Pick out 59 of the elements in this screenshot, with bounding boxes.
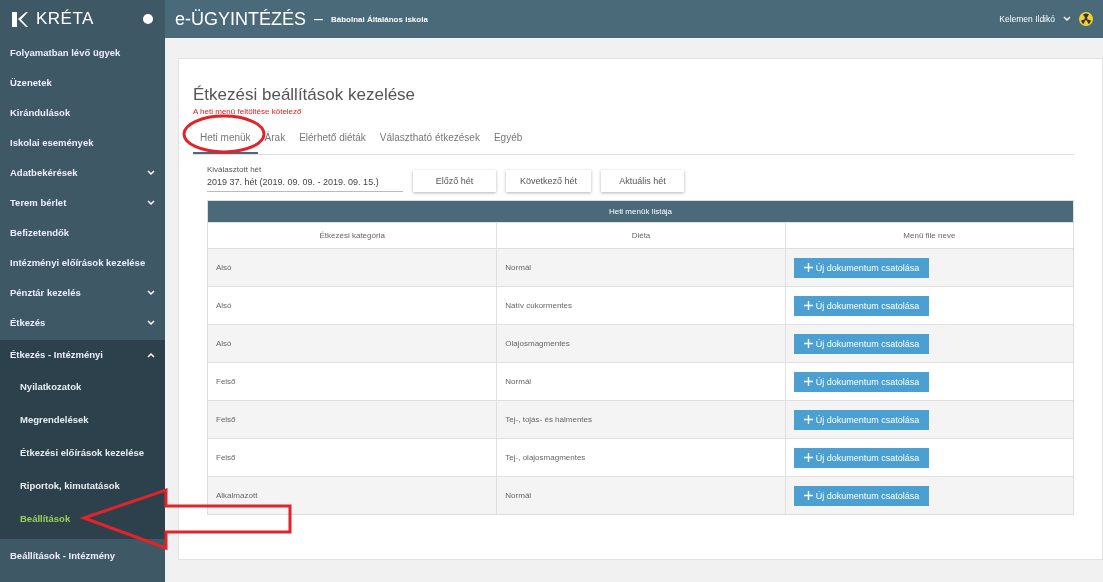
- table-cell-text: Alsó: [215, 262, 233, 274]
- page-title: Étkezési beállítások kezelése: [193, 85, 417, 105]
- sidebar-item[interactable]: Pénztár kezelés: [0, 278, 165, 308]
- plus-icon: [803, 339, 813, 348]
- tab[interactable]: Árak: [257, 122, 293, 154]
- sidebar-item[interactable]: Terem bérlet: [0, 188, 165, 218]
- logo-icon: [12, 11, 28, 27]
- sidebar-item[interactable]: Adatbekérések: [0, 158, 165, 188]
- chevron-down-icon: [147, 170, 155, 176]
- sidebar-subitem[interactable]: Nyilatkozatok: [0, 370, 165, 403]
- radiation-icon: [1079, 12, 1093, 26]
- sidebar-item[interactable]: Üzenetek: [0, 68, 165, 98]
- table-title: Heti menük listája: [208, 201, 1073, 222]
- tab[interactable]: Elérhető diéták: [292, 122, 373, 154]
- tab[interactable]: Választható étkezések: [372, 122, 487, 154]
- user-name[interactable]: Kelemen Ildikó: [999, 14, 1055, 24]
- plus-icon: [803, 377, 813, 386]
- column-header: Étkezési kategória: [318, 230, 386, 242]
- chevron-down-icon: [1063, 16, 1071, 22]
- sidebar-item[interactable]: Befizetendők: [0, 218, 165, 248]
- week-field[interactable]: Kiválasztott hét 2019 37. hét (2019. 09. 09. - 2019. 09. 15.): [207, 165, 403, 192]
- sidebar-item[interactable]: Intézményi előírások kezelése: [0, 248, 165, 278]
- tab[interactable]: Egyéb: [486, 122, 530, 154]
- sidebar-subitem[interactable]: Beállítások: [0, 502, 165, 535]
- sidebar-subitem[interactable]: Étkezési előírások kezelése: [0, 436, 165, 469]
- chevron-up-icon: [147, 352, 155, 358]
- note-text: A heti menü feltöltése kötelező: [193, 107, 303, 116]
- sidebar-item[interactable]: Étkezés - Intézményi: [0, 340, 165, 370]
- sidebar-item[interactable]: Kirándulások: [0, 98, 165, 128]
- title-separator: –: [314, 10, 323, 28]
- week-button[interactable]: Következő hét: [506, 170, 592, 192]
- plus-icon: [803, 301, 813, 310]
- chevron-down-icon: [147, 200, 155, 206]
- table-cell-text: Alkalmazott: [215, 490, 259, 502]
- table-cell-text: Felső: [215, 414, 237, 426]
- chevron-down-icon: [147, 290, 155, 296]
- sidebar-item[interactable]: Étkezés: [0, 308, 165, 338]
- plus-icon: [803, 491, 813, 500]
- table-cell: Normál: [496, 477, 785, 514]
- app-title: e-ÜGYINTÉZÉS: [175, 8, 307, 30]
- plus-icon: [803, 415, 813, 424]
- status-dot: [143, 14, 153, 24]
- sidebar-subitem[interactable]: Megrendelések: [0, 403, 165, 436]
- tab[interactable]: Heti menük: [193, 122, 258, 154]
- sidebar-item[interactable]: Beállítások - Intézmény: [0, 541, 165, 571]
- sidebar-item[interactable]: Folyamatban lévő ügyek: [0, 38, 165, 68]
- sidebar-subitem[interactable]: Riportok, kimutatások: [0, 469, 165, 502]
- table-cell-text: Alsó: [215, 338, 233, 350]
- plus-icon: [803, 453, 813, 462]
- table-cell-text: Felső: [215, 452, 237, 464]
- table-cell-text: Felső: [215, 376, 237, 388]
- plus-icon: [803, 263, 813, 272]
- school-name: Bábolnai Általános Iskola: [330, 14, 428, 24]
- week-button[interactable]: Aktuális hét: [601, 170, 685, 192]
- chevron-down-icon: [147, 320, 155, 326]
- table-cell-text: Alsó: [215, 300, 233, 312]
- week-button[interactable]: Előző hét: [413, 170, 496, 192]
- sidebar-item[interactable]: Iskolai események: [0, 128, 165, 158]
- logo-text: KRÉTA: [36, 9, 94, 29]
